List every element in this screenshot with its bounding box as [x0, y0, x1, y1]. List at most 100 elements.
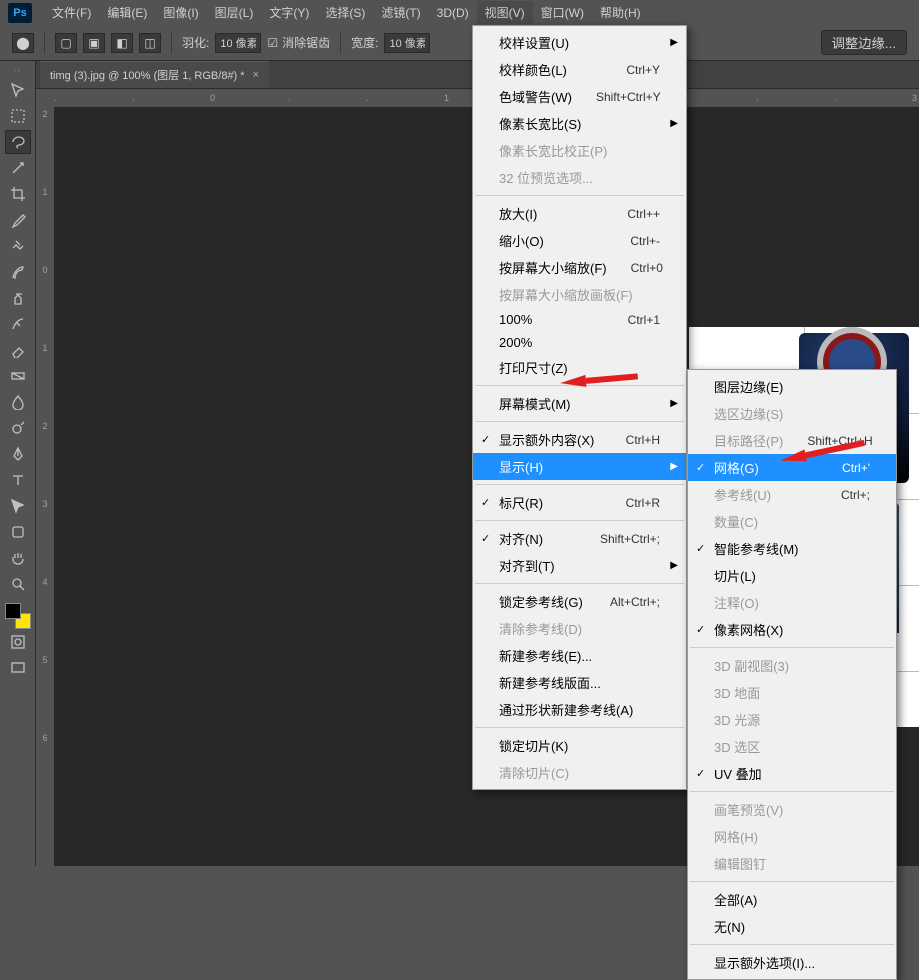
- ruler-corner: [36, 89, 54, 107]
- view-menu-item[interactable]: 屏幕模式(M)▶: [473, 390, 686, 417]
- show-submenu-item[interactable]: 无(N): [688, 913, 896, 940]
- shortcut-label: Ctrl++: [603, 207, 660, 221]
- view-menu-item[interactable]: 校样颜色(L)Ctrl+Y: [473, 56, 686, 83]
- show-submenu-item: 3D 地面: [688, 679, 896, 706]
- view-menu-item[interactable]: 通过形状新建参考线(A): [473, 696, 686, 723]
- clone-tool[interactable]: [5, 286, 31, 310]
- view-menu-item[interactable]: 缩小(O)Ctrl+-: [473, 227, 686, 254]
- type-tool[interactable]: [5, 468, 31, 492]
- zoom-tool[interactable]: [5, 572, 31, 596]
- view-menu-item[interactable]: ✓显示额外内容(X)Ctrl+H: [473, 426, 686, 453]
- show-submenu-item[interactable]: 显示额外选项(I)...: [688, 949, 896, 976]
- document-tab[interactable]: timg (3).jpg @ 100% (图层 1, RGB/8#) * ×: [40, 61, 269, 88]
- show-submenu-item[interactable]: 图层边缘(E): [688, 373, 896, 400]
- menu-file[interactable]: 文件(F): [44, 1, 99, 24]
- show-submenu-item[interactable]: ✓像素网格(X): [688, 616, 896, 643]
- menu-layer[interactable]: 图层(L): [207, 1, 262, 24]
- checkmark-icon: ✓: [696, 767, 705, 780]
- marquee-tool[interactable]: [5, 104, 31, 128]
- menu-item-label: UV 叠加: [714, 764, 762, 783]
- brush-tool[interactable]: [5, 260, 31, 284]
- quickmask-tool[interactable]: [5, 630, 31, 654]
- view-menu-item[interactable]: 放大(I)Ctrl++: [473, 200, 686, 227]
- menu-view[interactable]: 视图(V): [477, 1, 533, 24]
- menu-item-label: 目标路径(P): [714, 431, 783, 450]
- menu-window[interactable]: 窗口(W): [533, 1, 592, 24]
- submenu-arrow-icon: ▶: [670, 37, 678, 48]
- shape-tool[interactable]: [5, 520, 31, 544]
- selection-new-icon[interactable]: ▢: [55, 33, 77, 53]
- move-tool[interactable]: [5, 78, 31, 102]
- crop-tool[interactable]: [5, 182, 31, 206]
- antialias-checkbox[interactable]: ☑消除锯齿: [267, 34, 330, 51]
- view-menu-item[interactable]: 显示(H)▶: [473, 453, 686, 480]
- menu-item-label: 图层边缘(E): [714, 377, 783, 396]
- path-tool[interactable]: [5, 494, 31, 518]
- menu-help[interactable]: 帮助(H): [592, 1, 649, 24]
- ruler-vertical[interactable]: 210123456: [36, 107, 54, 866]
- shortcut-label: Ctrl+R: [602, 496, 660, 510]
- feather-input[interactable]: [215, 33, 261, 53]
- view-menu-item: 清除切片(C): [473, 759, 686, 786]
- show-submenu-item[interactable]: ✓智能参考线(M): [688, 535, 896, 562]
- lasso-tool[interactable]: [5, 130, 31, 154]
- close-icon[interactable]: ×: [253, 69, 259, 81]
- width-input[interactable]: [384, 33, 430, 53]
- hand-tool[interactable]: [5, 546, 31, 570]
- show-submenu-item[interactable]: ✓ UV 叠加: [688, 760, 896, 787]
- view-menu-item[interactable]: ✓对齐(N)Shift+Ctrl+;: [473, 525, 686, 552]
- menu-item-label: 新建参考线(E)...: [499, 646, 592, 665]
- tool-preset-icon[interactable]: ⬤: [12, 33, 34, 53]
- dodge-tool[interactable]: [5, 416, 31, 440]
- healing-tool[interactable]: [5, 234, 31, 258]
- menu-edit[interactable]: 编辑(E): [99, 1, 155, 24]
- selection-intersect-icon[interactable]: ◫: [139, 33, 161, 53]
- view-menu-item[interactable]: ✓标尺(R)Ctrl+R: [473, 489, 686, 516]
- menu-type[interactable]: 文字(Y): [261, 1, 317, 24]
- checkmark-icon: ✓: [481, 433, 490, 446]
- history-brush-tool[interactable]: [5, 312, 31, 336]
- menu-item-label: 新建参考线版面...: [499, 673, 601, 692]
- foreground-color-swatch[interactable]: [5, 603, 21, 619]
- view-menu-item[interactable]: 新建参考线(E)...: [473, 642, 686, 669]
- view-menu-item[interactable]: 按屏幕大小缩放(F)Ctrl+0: [473, 254, 686, 281]
- selection-add-icon[interactable]: ▣: [83, 33, 105, 53]
- panel-grip-icon[interactable]: ››: [14, 65, 21, 74]
- blur-tool[interactable]: [5, 390, 31, 414]
- menu-3d[interactable]: 3D(D): [429, 3, 477, 23]
- view-menu-item[interactable]: 对齐到(T)▶: [473, 552, 686, 579]
- view-menu-item[interactable]: 色域警告(W)Shift+Ctrl+Y: [473, 83, 686, 110]
- show-submenu-item[interactable]: 切片(L): [688, 562, 896, 589]
- eyedropper-tool[interactable]: [5, 208, 31, 232]
- menu-item-label: 缩小(O): [499, 231, 544, 250]
- view-menu-item[interactable]: 锁定参考线(G)Alt+Ctrl+;: [473, 588, 686, 615]
- screenmode-tool[interactable]: [5, 656, 31, 680]
- document-tabs: timg (3).jpg @ 100% (图层 1, RGB/8#) * ×: [0, 61, 919, 89]
- menu-item-label: 对齐(N): [499, 529, 543, 548]
- pen-tool[interactable]: [5, 442, 31, 466]
- menu-item-label: 锁定切片(K): [499, 736, 568, 755]
- wand-tool[interactable]: [5, 156, 31, 180]
- submenu-arrow-icon: ▶: [670, 398, 678, 409]
- view-menu-item[interactable]: 100%Ctrl+1: [473, 308, 686, 331]
- selection-sub-icon[interactable]: ◧: [111, 33, 133, 53]
- submenu-arrow-icon: ▶: [670, 461, 678, 472]
- shortcut-label: Ctrl+1: [604, 313, 660, 327]
- menu-item-label: 画笔预览(V): [714, 800, 783, 819]
- show-submenu-item[interactable]: 全部(A): [688, 886, 896, 913]
- eraser-tool[interactable]: [5, 338, 31, 362]
- gradient-tool[interactable]: [5, 364, 31, 388]
- adjust-edges-button[interactable]: 调整边缘...: [821, 30, 907, 55]
- view-menu-item: 像素长宽比校正(P): [473, 137, 686, 164]
- view-menu-item[interactable]: 200%: [473, 331, 686, 354]
- menu-select[interactable]: 选择(S): [317, 1, 373, 24]
- view-menu-item[interactable]: 锁定切片(K): [473, 732, 686, 759]
- menu-filter[interactable]: 滤镜(T): [373, 1, 428, 24]
- color-swatches[interactable]: [5, 603, 31, 629]
- view-menu-item[interactable]: 新建参考线版面...: [473, 669, 686, 696]
- view-menu-item[interactable]: 像素长宽比(S)▶: [473, 110, 686, 137]
- view-menu-item[interactable]: 校样设置(U)▶: [473, 29, 686, 56]
- menu-item-label: 参考线(U): [714, 485, 771, 504]
- shortcut-label: Ctrl+H: [602, 433, 660, 447]
- menu-image[interactable]: 图像(I): [155, 1, 206, 24]
